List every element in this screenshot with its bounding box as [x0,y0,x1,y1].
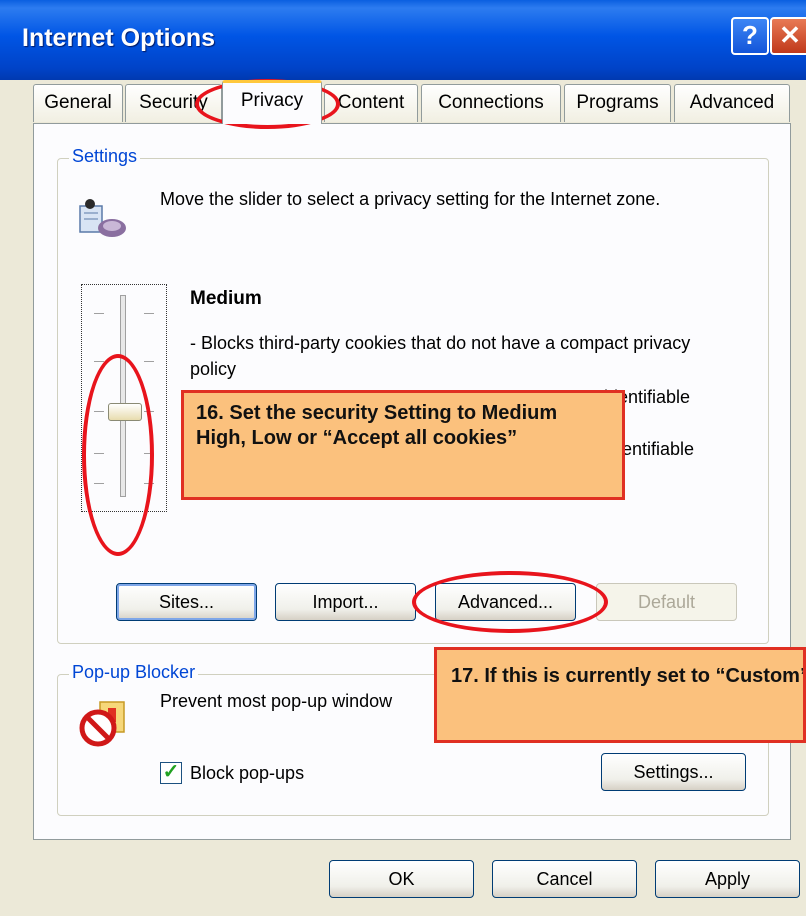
close-button[interactable]: ✕ [770,17,806,55]
slider-tick [144,313,154,314]
privacy-icon [79,199,126,237]
internet-options-dialog: Internet Options ? ✕ General Security Pr… [0,0,806,916]
slider-highlight-ring [82,354,154,556]
block-popups-label[interactable]: Block pop-ups [190,760,304,786]
privacy-level-bullet-1: - Blocks third-party cookies that do not… [190,333,691,379]
block-popups-checkbox[interactable]: ✓ [160,762,182,784]
privacy-level-title: Medium [190,288,262,309]
title-bar[interactable]: Internet Options ? ✕ [0,0,806,80]
tab-general[interactable]: General [33,84,123,122]
tab-programs[interactable]: Programs [564,84,671,122]
window-title: Internet Options [22,24,216,52]
help-button[interactable]: ? [731,17,769,55]
tab-privacy[interactable]: Privacy [222,80,322,124]
popup-blocker-icon [79,701,125,747]
advanced-button-highlight-ring [412,571,608,633]
default-button[interactable]: Default [596,583,737,621]
instruction-callout-16: 16. Set the security Setting to Medium H… [181,390,625,500]
popup-settings-button[interactable]: Settings... [601,753,746,791]
slider-tick [144,361,154,362]
slider-tick [94,313,104,314]
tab-strip: General Security Privacy Content Connect… [0,80,806,124]
ok-button[interactable]: OK [329,860,474,898]
tab-advanced[interactable]: Advanced [674,84,790,122]
import-button[interactable]: Import... [275,583,416,621]
instruction-callout-17: 17. If this is currently set to “Custom”… [434,647,806,743]
apply-button[interactable]: Apply [655,860,800,898]
sites-button[interactable]: Sites... [116,583,257,621]
settings-description: Move the slider to select a privacy sett… [160,189,661,209]
settings-group-label: Settings [69,146,141,167]
popup-blocker-group-label: Pop-up Blocker [69,662,199,683]
tab-connections[interactable]: Connections [421,84,561,122]
cancel-button[interactable]: Cancel [492,860,637,898]
popup-description: Prevent most pop-up window [160,691,393,711]
